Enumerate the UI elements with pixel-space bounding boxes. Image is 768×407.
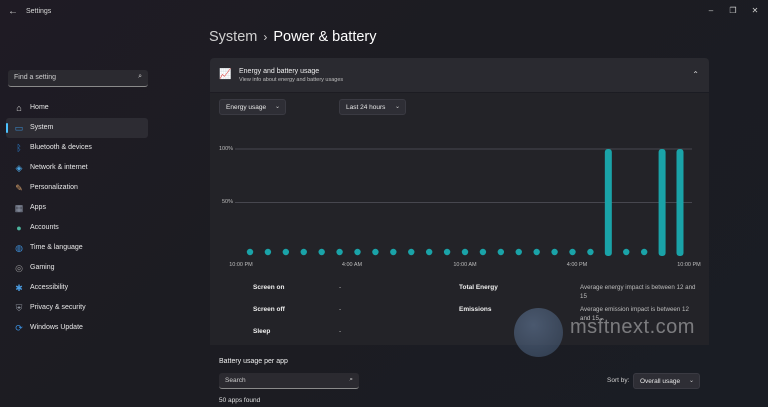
chart-bar[interactable]	[264, 248, 272, 256]
energy-usage-chart	[235, 148, 692, 256]
sleep-label: Sleep	[253, 328, 271, 335]
chart-bar[interactable]	[569, 248, 576, 256]
screen-on-value: -	[339, 284, 342, 291]
watermark: msftnext.com	[570, 316, 695, 338]
chart-bar[interactable]	[623, 248, 630, 256]
screen-off-label: Screen off	[253, 306, 285, 313]
x-tick-label: 10:00 PM	[229, 262, 253, 268]
chevron-down-icon: ⌄	[688, 378, 694, 384]
chart-bar[interactable]	[658, 149, 666, 256]
chart-bar[interactable]	[604, 149, 612, 256]
chart-bar[interactable]	[246, 248, 254, 256]
chart-bar[interactable]	[640, 248, 648, 256]
sort-dropdown-label: Overall usage	[640, 378, 681, 385]
app-search-input[interactable]: Search ⌕	[219, 373, 359, 389]
search-placeholder: Search	[225, 377, 246, 384]
chart-bar[interactable]	[676, 149, 684, 256]
x-tick-label: 10:00 PM	[677, 262, 701, 268]
x-tick-label: 4:00 AM	[341, 262, 363, 268]
chart-bar[interactable]	[479, 248, 487, 256]
chart-bar[interactable]	[497, 248, 505, 256]
chart-bar[interactable]	[318, 248, 325, 256]
chart-bar[interactable]	[551, 248, 558, 256]
x-tick-label: 10:00 AM	[453, 262, 477, 268]
watermark-globe-icon	[514, 308, 563, 357]
section-title: Battery usage per app	[219, 358, 288, 365]
chart-bar[interactable]	[336, 248, 343, 256]
chart-bar[interactable]	[372, 248, 379, 256]
chart-bar[interactable]	[408, 248, 415, 256]
total-energy-description: Average energy impact is between 12 and …	[580, 284, 696, 300]
sort-dropdown[interactable]: Overall usage ⌄	[633, 373, 700, 389]
search-icon: ⌕	[349, 376, 353, 383]
total-energy-label: Total Energy	[459, 284, 498, 291]
chart-bar[interactable]	[425, 248, 433, 256]
chart-bar[interactable]	[587, 248, 594, 256]
apps-count: 50 apps found	[219, 397, 261, 404]
chart-bar[interactable]	[300, 248, 307, 256]
chart-bar[interactable]	[515, 248, 522, 256]
chart-bar[interactable]	[461, 248, 469, 256]
screen-on-label: Screen on	[253, 284, 285, 291]
chart-bar[interactable]	[533, 248, 540, 256]
x-tick-label: 4:00 PM	[566, 262, 588, 268]
sort-by-label: Sort by:	[607, 377, 630, 384]
screen-off-value: -	[339, 306, 342, 313]
chart-bar[interactable]	[390, 248, 397, 256]
chart-bar[interactable]	[282, 248, 290, 256]
emissions-label: Emissions	[459, 306, 492, 313]
chart-bar[interactable]	[443, 248, 451, 256]
chart-bar[interactable]	[354, 248, 361, 256]
sleep-value: -	[339, 328, 342, 335]
